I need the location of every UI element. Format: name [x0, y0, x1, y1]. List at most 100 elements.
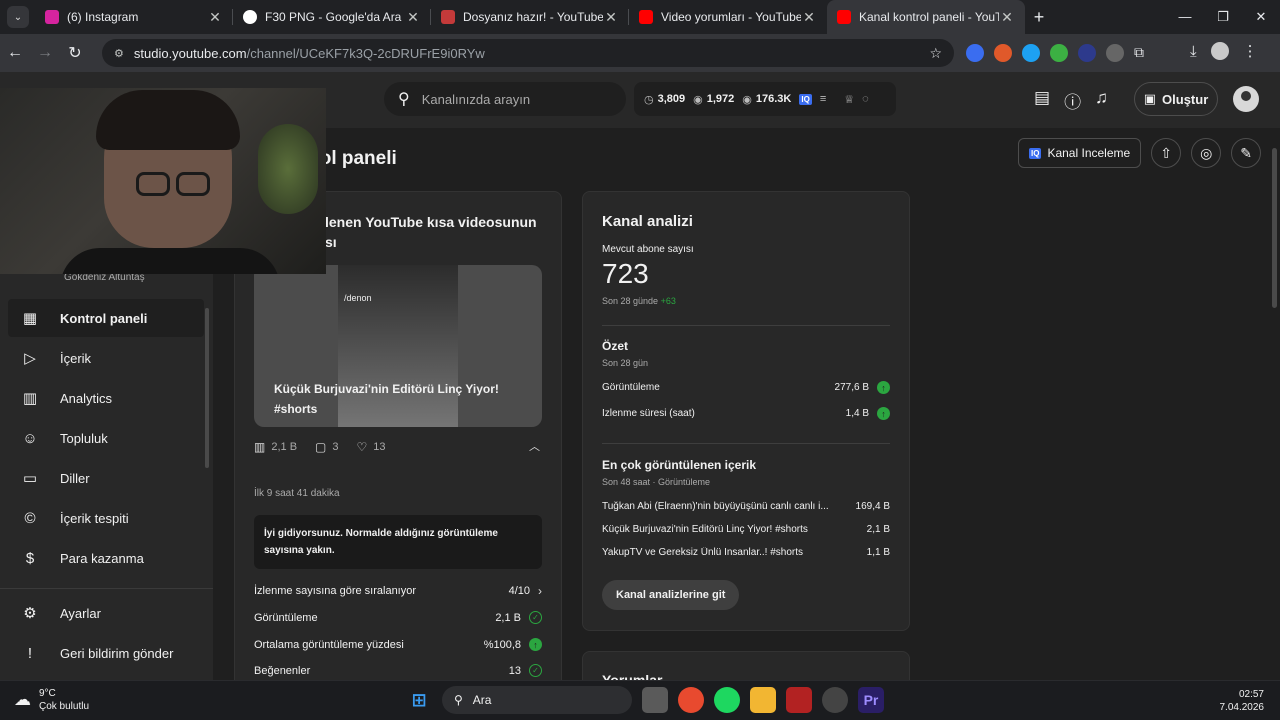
chevron-right-icon: ›: [538, 584, 542, 598]
task-view-icon[interactable]: [642, 687, 668, 713]
plant-shape: [258, 124, 318, 214]
premiere-icon[interactable]: Pr: [858, 687, 884, 713]
list-icon[interactable]: ≡: [820, 93, 826, 105]
bookmark-star-icon[interactable]: ☆: [929, 45, 942, 62]
taskbar-search[interactable]: ⚲ Ara: [442, 686, 632, 714]
new-tab-button[interactable]: +: [1025, 7, 1053, 28]
video-thumbnail[interactable]: /denon Küçük Burjuvazi'nin Editörü Linç …: [254, 265, 542, 427]
browser-tab-google[interactable]: F30 PNG - Google'da Ara ✕: [233, 0, 431, 34]
extension-icon[interactable]: [1022, 44, 1040, 62]
extension-icon[interactable]: [1078, 44, 1096, 62]
sidebar-item-feedback[interactable]: ! Geri bildirim gönder: [8, 634, 204, 672]
sidebar-item-settings[interactable]: ⚙ Ayarlar: [8, 594, 204, 632]
url-path: /channel/UCeKF7k3Q-2cDRUFrE9i0RYw: [246, 45, 485, 61]
extension-icon[interactable]: [1106, 44, 1124, 62]
sidebar-item-copyright[interactable]: © İçerik tespiti: [8, 499, 204, 537]
minimize-icon[interactable]: —: [1166, 0, 1204, 34]
create-button[interactable]: ▣ Oluştur: [1134, 82, 1218, 116]
reload-button[interactable]: ↻: [60, 43, 90, 63]
close-icon[interactable]: ✕: [999, 9, 1015, 26]
chrome-icon[interactable]: [678, 687, 704, 713]
clock-date: 7.04.2026: [1219, 702, 1265, 713]
channel-review-button[interactable]: IQ Kanal Inceleme: [1018, 138, 1142, 168]
back-button[interactable]: ←: [0, 44, 30, 62]
download-icon[interactable]: ⤓: [1190, 43, 1197, 60]
stat-value: 13: [508, 664, 521, 677]
trophy-icon[interactable]: ♕: [844, 93, 854, 106]
close-icon[interactable]: ✕: [207, 9, 223, 26]
subtitles-icon: ▭: [22, 470, 38, 487]
extension-icon[interactable]: [994, 44, 1012, 62]
top-content-row[interactable]: Tuğkan Abi (Elraenn)'nin büyüyüşünü canl…: [602, 501, 890, 512]
browser-toolbar: ← → ↻ ⚙ studio.youtube.com/channel/UCeKF…: [0, 34, 1280, 72]
obs-icon[interactable]: [822, 687, 848, 713]
menu-icon[interactable]: ⋮: [1243, 42, 1258, 60]
address-bar[interactable]: ⚙ studio.youtube.com/channel/UCeKF7k3Q-2…: [102, 39, 954, 67]
windows-start-icon[interactable]: ⊞: [406, 687, 432, 713]
message-icon[interactable]: ▤: [1034, 88, 1050, 113]
tab-title: (6) Instagram: [67, 10, 139, 24]
site-info-icon[interactable]: ⚙: [114, 47, 124, 60]
vidiq-icon[interactable]: IQ: [799, 93, 812, 105]
close-icon[interactable]: ✕: [603, 9, 619, 26]
subs-label: Mevcut abone sayısı: [602, 244, 694, 255]
sidebar-scrollbar[interactable]: [205, 308, 209, 468]
summary-value: 1,4 B: [845, 408, 869, 419]
browser-tab-comments[interactable]: Video yorumları - YouTube Stud ✕: [629, 0, 827, 34]
card-title: lenen YouTube kısa videosunun sı: [325, 214, 537, 250]
shirt-shape: [60, 248, 280, 274]
channel-search[interactable]: ⚲: [384, 82, 626, 116]
restore-icon[interactable]: ❐: [1204, 0, 1242, 34]
feedback-icon: !: [27, 644, 33, 662]
folder-icon[interactable]: [750, 687, 776, 713]
extension-icon[interactable]: [966, 44, 984, 62]
bell-icon[interactable]: ♫: [1095, 88, 1108, 113]
spotify-icon[interactable]: [714, 687, 740, 713]
forward-button[interactable]: →: [30, 44, 60, 62]
chat-icon[interactable]: ◌: [862, 93, 869, 105]
stat-value: %100,8: [483, 638, 521, 651]
sidebar-item-analytics[interactable]: ▥ Analytics: [8, 379, 204, 417]
sidebar-item-languages[interactable]: ▭ Diller: [8, 459, 204, 497]
glasses-shape: [176, 172, 210, 196]
top-content-value: 2,1 B: [866, 524, 890, 535]
close-icon[interactable]: ✕: [801, 9, 817, 26]
browser-tab-dashboard[interactable]: Kanal kontrol paneli - YouTube ✕: [827, 0, 1025, 34]
puzzle-icon[interactable]: ⧉: [1134, 44, 1144, 62]
window-close-icon[interactable]: ✕: [1242, 0, 1280, 34]
like-icon: ♡: [356, 440, 368, 454]
voicemeeter-icon[interactable]: [786, 687, 812, 713]
stats-widget[interactable]: ◷ 3,809 ◉ 1,972 ◉ 176.3K IQ ≡ ♕ ◌: [634, 82, 896, 116]
card-title: Kanal analizi: [602, 213, 693, 230]
top-content-row[interactable]: Küçük Burjuvazi'nin Editörü Linç Yiyor! …: [602, 524, 890, 535]
sidebar-item-community[interactable]: ☺ Topluluk: [8, 419, 204, 457]
sidebar-item-dashboard[interactable]: ▦ Kontrol paneli: [8, 299, 204, 337]
profile-avatar[interactable]: [1210, 42, 1229, 60]
chevron-up-icon[interactable]: ︿: [529, 438, 540, 454]
search-input[interactable]: [421, 91, 602, 107]
top-content-row[interactable]: YakupTV ve Gereksiz Ünlü İnsanlar..! #sh…: [602, 547, 890, 558]
close-icon[interactable]: ✕: [405, 9, 421, 26]
rank-row[interactable]: İzlenme sayısına göre sıralanıyor 4/10 ›: [254, 584, 542, 598]
go-to-analytics-button[interactable]: Kanal analizlerine git: [602, 580, 740, 610]
analytics-icon: ▥: [22, 390, 38, 407]
hair-shape: [96, 90, 240, 150]
tab-search-button[interactable]: ⌄: [7, 6, 29, 28]
clock-time: 02:57: [1238, 689, 1264, 700]
browser-tab-instagram[interactable]: (6) Instagram ✕: [35, 0, 233, 34]
create-post-button[interactable]: ✎: [1231, 138, 1262, 168]
upload-button[interactable]: ⇧: [1151, 138, 1182, 168]
page-scrollbar[interactable]: [1272, 148, 1277, 308]
tab-title: Dosyanız hazır! - YouTube MP3: [463, 10, 603, 24]
summary-row-views: Görüntüleme 277,6 B ↑: [602, 381, 890, 394]
browser-tab-mp3[interactable]: Dosyanız hazır! - YouTube MP3 ✕: [431, 0, 629, 34]
go-live-button[interactable]: ◎: [1191, 138, 1222, 168]
shield-extension-icon[interactable]: [1050, 44, 1068, 62]
help-icon[interactable]: ⓘ: [1064, 88, 1081, 113]
sidebar-item-content[interactable]: ▷ İçerik: [8, 339, 204, 377]
weather-widget[interactable]: ☁ 9°C Çok bulutlu: [14, 687, 89, 713]
system-clock[interactable]: 02:57 7.04.2026: [1220, 688, 1265, 714]
account-avatar[interactable]: [1233, 86, 1259, 112]
stat-views: 176.3K: [755, 93, 792, 105]
sidebar-item-monetization[interactable]: $ Para kazanma: [8, 539, 204, 577]
